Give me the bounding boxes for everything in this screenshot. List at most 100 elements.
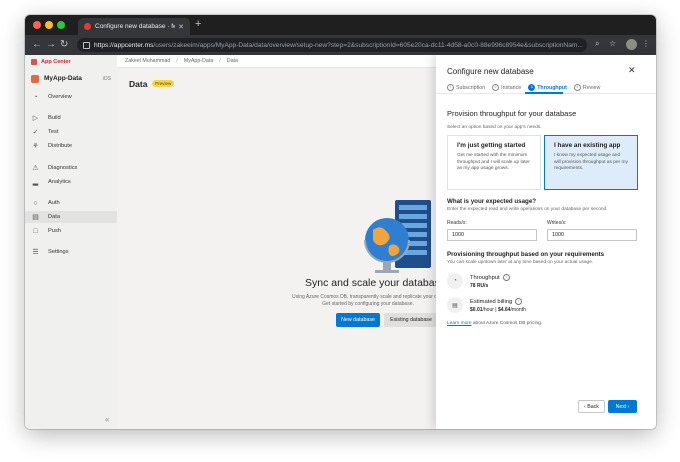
- step-number: 1: [447, 84, 454, 91]
- sidebar-item-test[interactable]: ✓ Test: [25, 126, 117, 138]
- billing-month: $4.64: [498, 307, 511, 313]
- url-host: https://appcenter.ms: [94, 41, 154, 49]
- tab-close-icon[interactable]: ✕: [178, 23, 184, 31]
- database-icon: ▤: [32, 214, 39, 221]
- billing-hour-unit: /hour |: [482, 307, 497, 313]
- info-icon[interactable]: i: [502, 274, 510, 281]
- url-path: /users/zakeeim/apps/MyApp-Data/data/over…: [153, 41, 583, 49]
- browser-menu-icon[interactable]: ⋮: [642, 39, 650, 48]
- provisioning-description: You can scale up/down later at any time …: [447, 260, 594, 265]
- window-maximize-dot[interactable]: [57, 21, 65, 29]
- panel-title: Configure new database: [447, 67, 534, 76]
- breadcrumb-separator: /: [219, 58, 221, 64]
- play-icon: ▷: [32, 115, 39, 122]
- step-number: 4: [573, 84, 581, 91]
- window-close-dot[interactable]: [33, 21, 41, 29]
- sidebar-item-auth[interactable]: ○ Auth: [25, 197, 117, 209]
- back-button[interactable]: ‹ Back: [578, 400, 605, 413]
- option-card-description: I know my expected usage and will provis…: [554, 153, 628, 171]
- pricing-note: Learn more about Azure Cosmos DB pricing…: [447, 321, 542, 326]
- app-name: MyApp-Data: [44, 75, 82, 82]
- browser-toolbar: ← → ↻ https://appcenter.ms/users/zakeeim…: [25, 35, 656, 55]
- breadcrumb-app[interactable]: MyApp-Data: [184, 58, 213, 64]
- sidebar-item-label: Distribute: [48, 143, 73, 149]
- app-center-logo-icon: [31, 58, 37, 65]
- sidebar-item-label: Diagnostics: [48, 165, 78, 171]
- settings-icon: ☰: [32, 249, 39, 256]
- provisioning-title: Provisioning throughput based on your re…: [447, 251, 605, 258]
- sidebar-item-analytics[interactable]: ▂ Analytics: [25, 176, 117, 188]
- reads-input[interactable]: [447, 229, 537, 241]
- billing-hour: $0.01: [470, 307, 483, 313]
- throughput-label-text: Throughput: [470, 275, 500, 282]
- address-bar[interactable]: https://appcenter.ms/users/zakeeim/apps/…: [77, 38, 587, 52]
- sidebar-item-distribute[interactable]: ⚘ Distribute: [25, 140, 117, 152]
- warning-icon: ⚠: [32, 165, 39, 172]
- step-review[interactable]: 4 Review: [573, 84, 600, 91]
- option-card-description: Get me started with the minimum throughp…: [457, 153, 530, 171]
- profile-avatar[interactable]: [626, 39, 637, 50]
- preview-badge: Preview: [152, 80, 175, 87]
- browser-tab[interactable]: Configure new database · MyA… ✕: [78, 18, 190, 35]
- page-title: Data: [129, 79, 148, 89]
- collapse-sidebar-icon[interactable]: «: [105, 415, 109, 424]
- check-circle-icon: ✓: [32, 129, 39, 136]
- active-step-indicator: [525, 92, 563, 94]
- learn-more-link[interactable]: Learn more: [447, 321, 472, 326]
- sidebar-item-label: Overview: [48, 94, 72, 100]
- tab-title: Configure new database · MyA…: [95, 23, 176, 30]
- step-throughput[interactable]: 3 Throughput: [528, 84, 567, 91]
- usage-title: What is your expected usage?: [447, 198, 537, 205]
- sidebar-item-label: Analytics: [48, 179, 71, 185]
- new-database-button[interactable]: New database: [336, 313, 380, 327]
- hero-description-line-1: Using Azure Cosmos DB, transparently sca…: [292, 294, 445, 300]
- hero-title: Sync and scale your database g: [305, 277, 455, 289]
- window-minimize-dot[interactable]: [45, 21, 53, 29]
- forward-arrow-icon[interactable]: →: [46, 38, 56, 52]
- app-selector[interactable]: MyApp-Data iOS: [25, 71, 117, 86]
- billing-label: Estimated billing i: [470, 298, 523, 305]
- browser-tab-bar: Configure new database · MyA… ✕ +: [25, 15, 656, 35]
- sidebar-item-label: Data: [48, 214, 61, 220]
- step-instance[interactable]: 2 Instance: [492, 84, 521, 91]
- info-icon[interactable]: i: [515, 298, 523, 305]
- wizard-steps: 1 Subscription 2 Instance 3 Throughput 4 Rev…: [447, 84, 607, 91]
- breadcrumb-section[interactable]: Data: [227, 58, 238, 64]
- back-arrow-icon[interactable]: ←: [32, 38, 42, 52]
- option-card-existing-app[interactable]: I have an existing app I know my expecte…: [544, 135, 638, 190]
- bar-chart-icon: ▂: [32, 179, 39, 186]
- option-card-title: I'm just getting started: [457, 142, 526, 149]
- bookmark-star-icon[interactable]: ☆: [609, 39, 616, 48]
- existing-database-button[interactable]: Existing database: [384, 313, 438, 327]
- writes-label: Writes/s:: [547, 220, 567, 226]
- sidebar-item-label: Build: [48, 115, 61, 121]
- sidebar-brand[interactable]: App Center: [25, 55, 117, 68]
- throughput-heading: Provision throughput for your database: [447, 109, 577, 118]
- writes-input[interactable]: [547, 229, 637, 241]
- sidebar-item-settings[interactable]: ☰ Settings: [25, 246, 117, 258]
- throughput-subheading: Select an option based on your app's nee…: [447, 125, 542, 130]
- sidebar-item-data[interactable]: ▤ Data: [25, 211, 117, 223]
- throughput-gauge-icon: ◔: [447, 273, 463, 289]
- breadcrumb-user[interactable]: Zakeel Muhammad: [125, 58, 170, 64]
- zoom-icon[interactable]: ⌕: [595, 39, 599, 49]
- hero-description-line-2: Get started by configuring your database…: [322, 301, 414, 307]
- sidebar-item-push[interactable]: □ Push: [25, 225, 117, 237]
- new-tab-icon[interactable]: +: [195, 18, 201, 30]
- billing-receipt-icon: ▤: [447, 297, 463, 313]
- reload-icon[interactable]: ↻: [60, 38, 68, 52]
- step-label: Subscription: [456, 84, 486, 91]
- app-avatar-icon: [31, 74, 39, 83]
- close-icon[interactable]: ✕: [628, 65, 636, 76]
- sidebar-item-build[interactable]: ▷ Build: [25, 112, 117, 124]
- sidebar-item-overview[interactable]: ◔ Overview: [25, 91, 117, 103]
- step-subscription[interactable]: 1 Subscription: [447, 84, 485, 91]
- throughput-label: Throughput i: [470, 274, 510, 281]
- step-number: 2: [492, 84, 500, 91]
- pricing-note-text: about Azure Cosmos DB pricing.: [471, 321, 543, 326]
- reads-label: Reads/s:: [447, 220, 467, 226]
- option-card-getting-started[interactable]: I'm just getting started Get me started …: [447, 135, 541, 190]
- brand-name: App Center: [41, 58, 71, 65]
- next-button[interactable]: Next ›: [608, 400, 637, 413]
- sidebar-item-diagnostics[interactable]: ⚠ Diagnostics: [25, 162, 117, 174]
